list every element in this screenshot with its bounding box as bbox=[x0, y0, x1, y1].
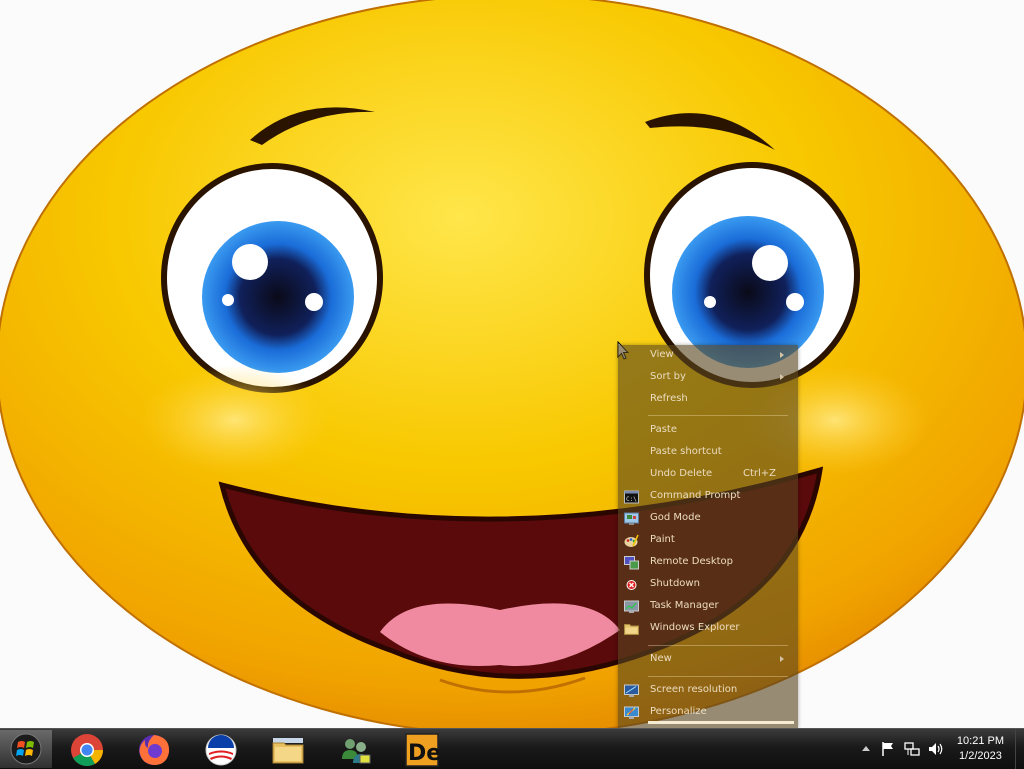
menu-item-label: Remote Desktop bbox=[650, 556, 734, 567]
svg-text:C:\: C:\ bbox=[626, 496, 637, 503]
shutdown-icon bbox=[626, 580, 637, 590]
menu-item-label: Command Prompt bbox=[650, 490, 741, 501]
show-desktop-button[interactable] bbox=[1015, 729, 1024, 769]
taskbar-chrome[interactable] bbox=[58, 730, 118, 768]
menu-separator bbox=[648, 415, 788, 416]
menu-item-paint[interactable]: Paint bbox=[618, 530, 798, 552]
de-app-icon: De bbox=[405, 733, 439, 767]
taskbar-de-app[interactable]: De bbox=[393, 730, 453, 768]
desktop-context-menu: View Sort by Refresh Paste Paste shortcu… bbox=[618, 345, 798, 728]
menu-item-label: Paint bbox=[650, 534, 675, 545]
command-prompt-icon: C:\ bbox=[624, 490, 639, 504]
menu-item-command-prompt[interactable]: C:\ Command Prompt bbox=[618, 486, 798, 508]
folder-icon bbox=[624, 624, 639, 635]
start-button[interactable] bbox=[0, 730, 52, 768]
taskbar-network-users[interactable] bbox=[326, 730, 386, 768]
menu-item-label: New bbox=[650, 653, 672, 664]
menu-item-label: Sort by bbox=[650, 371, 686, 382]
chrome-icon bbox=[71, 734, 104, 767]
menu-item-label: Paste shortcut bbox=[650, 446, 722, 457]
system-tray: 10:21 PM 1/2/2023 bbox=[834, 729, 1024, 769]
menu-separator bbox=[648, 645, 788, 646]
menu-item-refresh[interactable]: Refresh bbox=[618, 389, 798, 411]
submenu-arrow-icon bbox=[780, 374, 784, 380]
menu-item-windows-explorer[interactable]: Windows Explorer bbox=[618, 618, 798, 640]
windows-start-orb-icon bbox=[10, 733, 42, 765]
menu-item-new[interactable]: New bbox=[618, 649, 798, 671]
screen-resolution-icon bbox=[624, 684, 639, 697]
taskbar-obama-campaign[interactable] bbox=[192, 730, 252, 768]
menu-item-view[interactable]: View bbox=[618, 345, 798, 367]
personalize-icon bbox=[624, 706, 639, 719]
menu-item-label: Refresh bbox=[650, 393, 688, 404]
show-hidden-icons-arrow[interactable] bbox=[862, 745, 870, 751]
folder-icon bbox=[272, 738, 304, 764]
paint-palette-icon bbox=[624, 534, 639, 547]
menu-item-screen-resolution[interactable]: Screen resolution bbox=[618, 680, 798, 702]
menu-item-paste[interactable]: Paste bbox=[618, 420, 798, 442]
menu-item-sort-by[interactable]: Sort by bbox=[618, 367, 798, 389]
taskbar: De 10:21 PM 1/2/2023 bbox=[0, 728, 1024, 769]
menu-item-shutdown[interactable]: Shutdown bbox=[618, 574, 798, 596]
menu-item-label: Paste bbox=[650, 424, 677, 435]
submenu-arrow-icon bbox=[780, 352, 784, 358]
menu-item-label: Personalize bbox=[650, 706, 707, 717]
remote-desktop-icon bbox=[624, 556, 639, 570]
firefox-icon bbox=[139, 735, 170, 765]
menu-item-label: God Mode bbox=[650, 512, 701, 523]
control-panel-icon bbox=[624, 512, 639, 525]
volume-icon[interactable] bbox=[928, 741, 944, 757]
menu-item-god-mode[interactable]: God Mode bbox=[618, 508, 798, 530]
menu-item-paste-shortcut[interactable]: Paste shortcut bbox=[618, 442, 798, 464]
clock-time: 10:21 PM bbox=[956, 735, 1004, 747]
menu-item-remote-desktop[interactable]: Remote Desktop bbox=[618, 552, 798, 574]
task-manager-icon bbox=[624, 600, 639, 613]
menu-item-undo-delete[interactable]: Undo Delete Ctrl+Z bbox=[618, 464, 798, 486]
menu-highlight-bar bbox=[648, 721, 794, 724]
smiley-face-wallpaper bbox=[0, 0, 1024, 728]
submenu-arrow-icon bbox=[780, 656, 784, 662]
menu-item-shortcut: Ctrl+Z bbox=[742, 468, 776, 479]
clock[interactable]: 10:21 PM 1/2/2023 bbox=[957, 734, 1004, 764]
menu-item-task-manager[interactable]: Task Manager bbox=[618, 596, 798, 618]
menu-item-label: View bbox=[650, 349, 674, 360]
clock-date: 1/2/2023 bbox=[959, 750, 1002, 762]
network-icon[interactable] bbox=[904, 741, 920, 757]
menu-item-label: Shutdown bbox=[650, 578, 700, 589]
network-users-icon bbox=[342, 739, 371, 764]
menu-item-label: Windows Explorer bbox=[650, 622, 740, 633]
action-center-flag-icon[interactable] bbox=[881, 741, 895, 757]
menu-item-label: Undo Delete bbox=[650, 468, 713, 479]
taskbar-firefox[interactable] bbox=[125, 730, 185, 768]
menu-item-label: Task Manager bbox=[650, 600, 719, 611]
menu-separator bbox=[648, 676, 788, 677]
svg-text:De: De bbox=[408, 741, 439, 766]
taskbar-file-explorer[interactable] bbox=[259, 730, 319, 768]
desktop[interactable]: View Sort by Refresh Paste Paste shortcu… bbox=[0, 0, 1024, 728]
obama-logo-icon bbox=[205, 734, 237, 766]
menu-item-label: Screen resolution bbox=[650, 684, 738, 695]
